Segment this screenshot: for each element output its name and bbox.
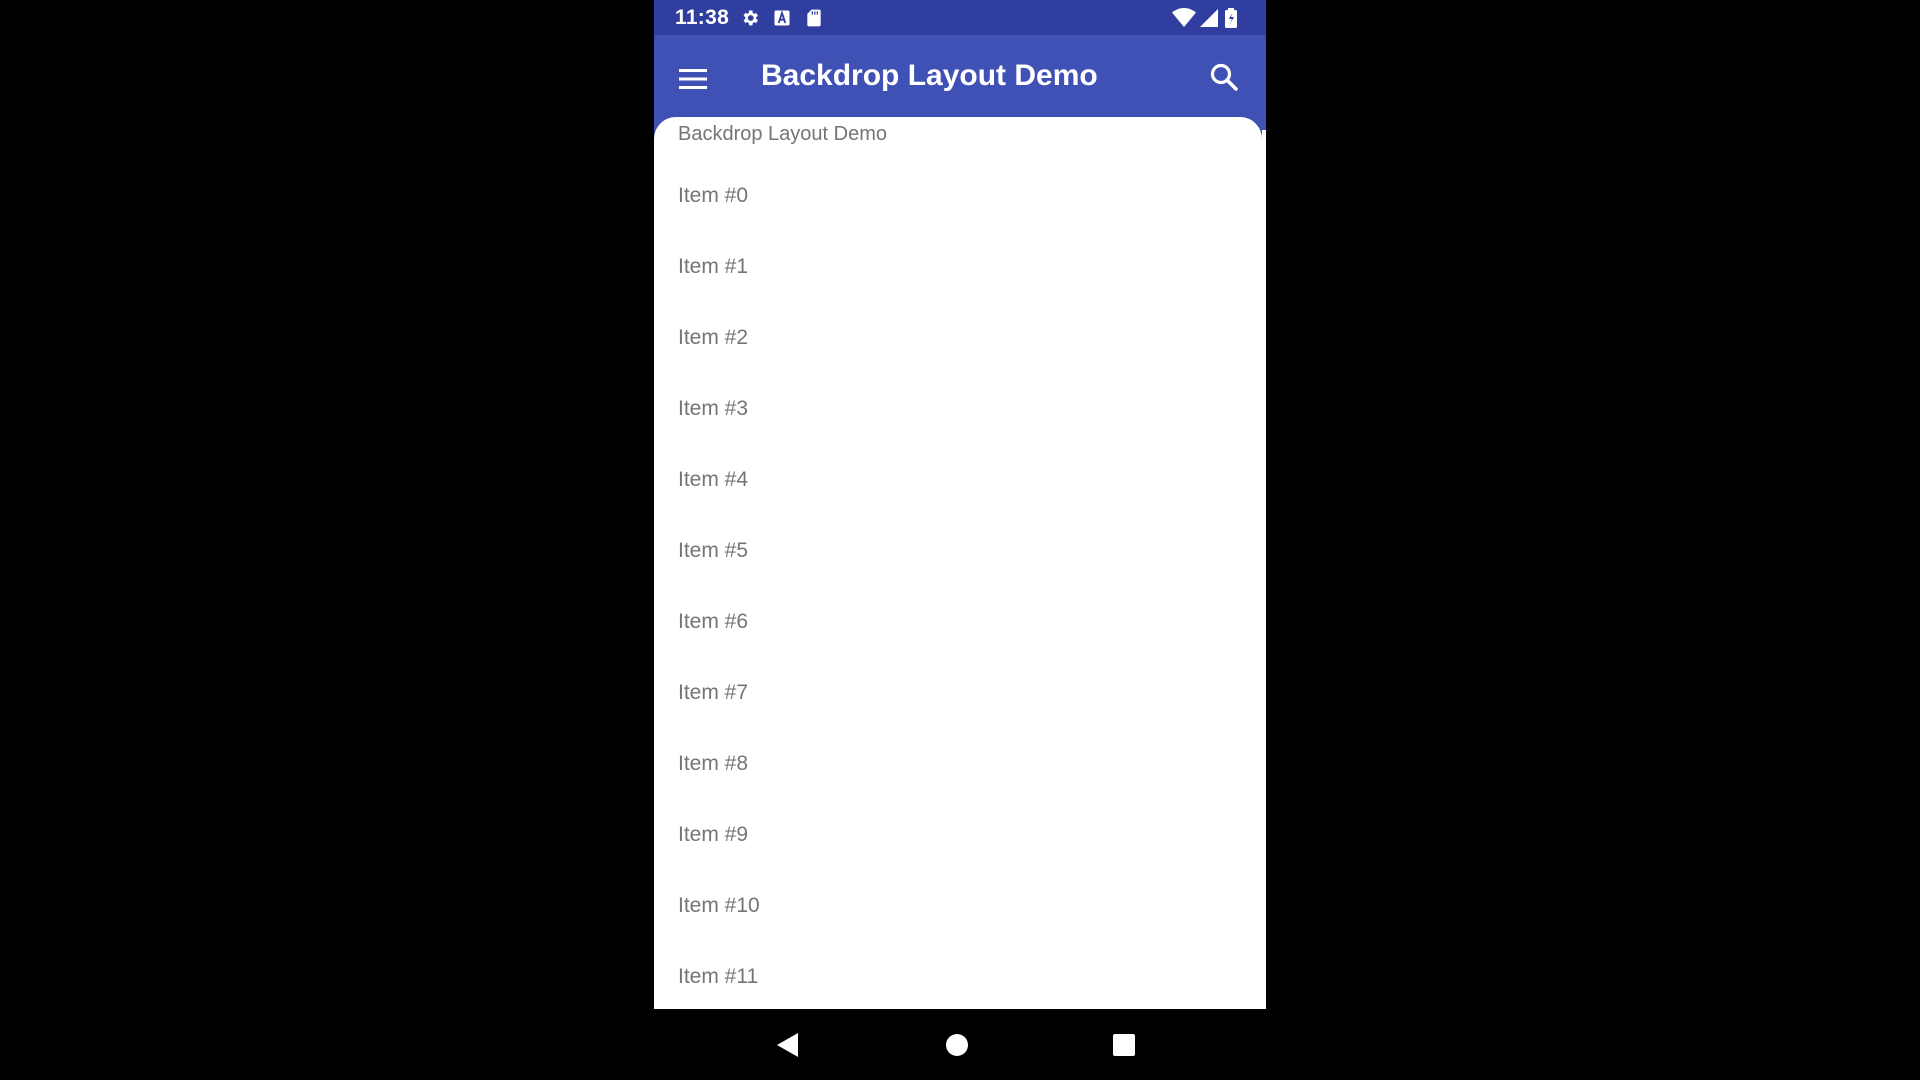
list-item-label: Item #1 xyxy=(678,255,749,278)
hamburger-menu-icon xyxy=(679,69,707,89)
list-item[interactable]: Item #10 xyxy=(654,869,1262,940)
a-badge-icon xyxy=(772,8,792,28)
list-item-label: Item #11 xyxy=(678,965,759,988)
list-item-label: Item #4 xyxy=(678,468,749,491)
sd-card-icon xyxy=(804,8,824,28)
list-item-label: Item #7 xyxy=(678,681,749,704)
gear-icon xyxy=(740,8,760,28)
list-item[interactable]: Item #1 xyxy=(654,230,1262,301)
search-button[interactable] xyxy=(1200,53,1248,101)
list-item[interactable]: Item #0 xyxy=(654,159,1262,230)
list-item[interactable]: Item #8 xyxy=(654,727,1262,798)
list-item[interactable]: Item #7 xyxy=(654,656,1262,727)
list-item[interactable]: Item #5 xyxy=(654,514,1262,585)
recents-button[interactable] xyxy=(1104,1025,1144,1065)
list-item-label: Item #6 xyxy=(678,610,749,633)
list-item-label: Item #10 xyxy=(678,894,760,917)
app-title: Backdrop Layout Demo xyxy=(761,59,1098,92)
list-item-label: Item #0 xyxy=(678,184,749,207)
list-item-label: Item #3 xyxy=(678,397,749,420)
list-item[interactable]: Item #4 xyxy=(654,443,1262,514)
list-item-label: Item #9 xyxy=(678,823,749,846)
front-layer[interactable]: Backdrop Layout Demo Item #0 Item #1 Ite… xyxy=(654,117,1262,1009)
status-time: 11:38 xyxy=(675,6,730,29)
back-button[interactable] xyxy=(768,1025,808,1065)
front-layer-header: Backdrop Layout Demo xyxy=(678,123,888,145)
navigation-bar xyxy=(654,1009,1266,1080)
home-button[interactable] xyxy=(937,1025,977,1065)
back-icon xyxy=(777,1033,798,1057)
home-icon xyxy=(946,1034,968,1056)
list-item-label: Item #2 xyxy=(678,326,749,349)
recents-icon xyxy=(1113,1034,1135,1056)
wifi-icon xyxy=(1172,8,1196,28)
list-item[interactable]: Item #3 xyxy=(654,372,1262,443)
list-item[interactable]: Item #2 xyxy=(654,301,1262,372)
search-icon xyxy=(1210,63,1238,91)
list-item-label: Item #5 xyxy=(678,539,749,562)
list-item[interactable]: Item #11 xyxy=(654,940,1262,1009)
cell-signal-icon xyxy=(1199,8,1219,28)
battery-icon xyxy=(1224,8,1238,28)
list-item[interactable]: Item #6 xyxy=(654,585,1262,656)
list-item[interactable]: Item #9 xyxy=(654,798,1262,869)
status-bar: 11:38 xyxy=(654,0,1266,35)
front-layer-edge xyxy=(1262,130,1266,1009)
list-item-label: Item #8 xyxy=(678,752,749,775)
menu-button[interactable] xyxy=(668,55,716,103)
phone-screen: 11:38 Backdrop Layout Demo Backdrop Layo… xyxy=(654,0,1266,1080)
